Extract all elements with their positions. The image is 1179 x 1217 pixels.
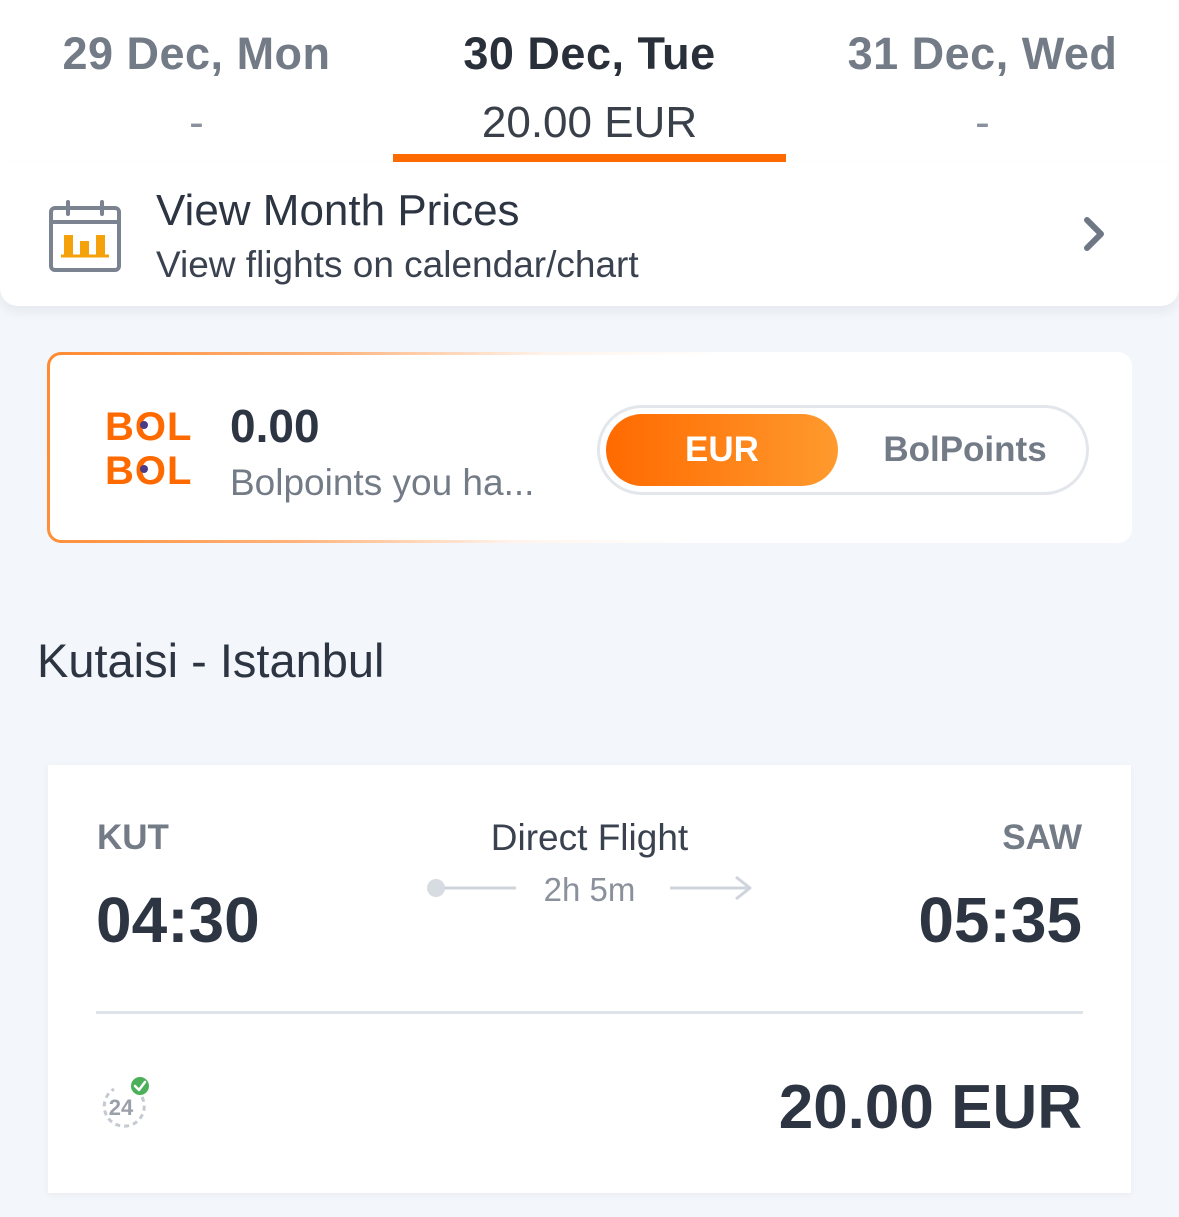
currency-toggle[interactable]: EUR BolPoints <box>597 405 1089 495</box>
date-label: 31 Dec, Wed <box>847 28 1118 79</box>
month-prices-subtitle: View flights on calendar/chart <box>156 244 639 285</box>
divider <box>96 1011 1083 1014</box>
chevron-right-icon <box>1084 217 1104 251</box>
bolbol-logo: BOL BOL <box>105 405 192 493</box>
view-month-prices-button[interactable]: View Month Prices View flights on calend… <box>0 162 1179 306</box>
date-tab-selected[interactable]: 30 Dec, Tue 20.00 EUR <box>393 0 786 162</box>
svg-text:BOL: BOL <box>105 405 192 449</box>
month-prices-title: View Month Prices <box>156 186 520 235</box>
date-tab-next[interactable]: 31 Dec, Wed - <box>786 0 1179 162</box>
24h-badge-text: 24 <box>109 1095 134 1120</box>
flight-type: Direct Flight <box>490 817 689 858</box>
toggle-bolpoints[interactable]: BolPoints <box>850 414 1080 486</box>
date-price: 20.00 EUR <box>481 98 698 147</box>
bolpoints-subtitle: Bolpoints you ha... <box>230 462 535 503</box>
calendar-chart-icon <box>49 200 121 272</box>
date-selector: 29 Dec, Mon - 30 Dec, Tue 20.00 EUR 31 D… <box>0 0 1179 162</box>
date-label: 30 Dec, Tue <box>463 28 716 79</box>
flight-duration: 2h 5m <box>543 871 636 908</box>
active-underline <box>393 154 786 162</box>
svg-text:BOL: BOL <box>105 449 192 493</box>
date-label: 29 Dec, Mon <box>62 28 331 79</box>
toggle-eur[interactable]: EUR <box>606 414 838 486</box>
date-tab-prev[interactable]: 29 Dec, Mon - <box>0 0 393 162</box>
date-price: - <box>189 98 204 147</box>
route-title: Kutaisi - Istanbul <box>37 634 385 687</box>
bolpoints-card: BOL BOL 0.00 Bolpoints you ha... EUR Bol… <box>47 352 1132 543</box>
24h-refund-icon: 24 <box>102 1077 149 1128</box>
bolpoints-value: 0.00 <box>230 400 320 452</box>
flight-card[interactable]: KUT SAW 04:30 05:35 Direct Flight 2h 5m … <box>48 765 1131 1193</box>
flight-price: 20.00 EUR <box>778 1073 1082 1142</box>
date-price: - <box>975 98 990 147</box>
